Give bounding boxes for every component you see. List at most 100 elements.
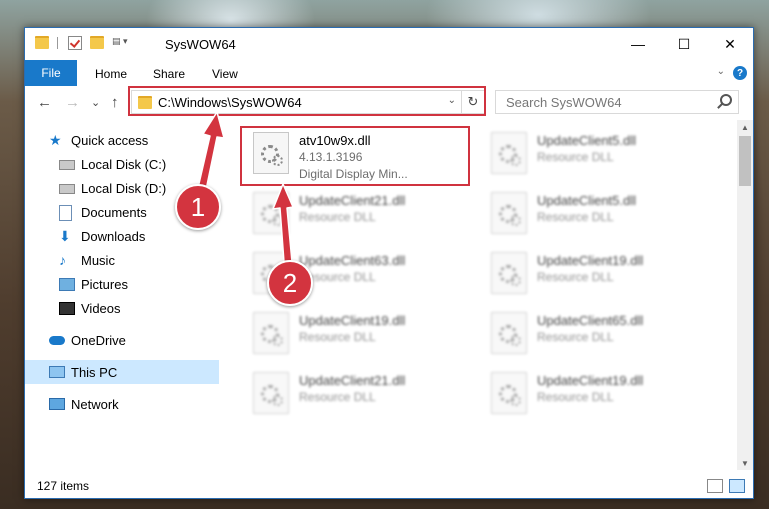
music-icon: ♪ (59, 252, 66, 268)
navigation-bar: ← → ⌄ ↑ C:\Windows\SysWOW64 ⌄ ↻ Search S… (25, 86, 753, 120)
properties-icon[interactable] (68, 36, 84, 50)
sidebar-item-this-pc[interactable]: This PC (25, 360, 219, 384)
file-item[interactable]: UpdateClient5.dll Resource DLL (483, 128, 705, 176)
file-type: Resource DLL (299, 210, 376, 224)
file-type: Resource DLL (537, 330, 614, 344)
drive-icon (59, 181, 75, 195)
file-item[interactable]: UpdateClient65.dll Resource DLL (483, 308, 705, 356)
sidebar-item-label: Quick access (71, 132, 149, 148)
address-bar[interactable]: C:\Windows\SysWOW64 ⌄ ↻ (131, 90, 485, 114)
dll-file-icon (253, 372, 289, 414)
sidebar-item-label: This PC (71, 364, 118, 380)
file-type: Resource DLL (537, 210, 614, 224)
tab-home[interactable]: Home (95, 67, 127, 81)
dll-file-icon (491, 132, 527, 174)
file-name: UpdateClient21.dll (299, 373, 406, 388)
separator-icon (57, 37, 62, 49)
file-description: Digital Display Min... (299, 167, 408, 181)
file-name: UpdateClient21.dll (299, 193, 406, 208)
tab-view[interactable]: View (212, 67, 238, 81)
search-input[interactable]: Search SysWOW64 (495, 90, 739, 114)
sidebar-item-label: Network (71, 396, 119, 412)
dll-file-icon (253, 132, 289, 174)
refresh-button[interactable]: ↻ (461, 91, 484, 113)
status-bar: 127 items (25, 474, 753, 498)
folder-icon (132, 95, 158, 109)
sidebar-item-label: Downloads (81, 228, 146, 244)
sidebar-item-label: Videos (81, 300, 121, 316)
sidebar-item-label: Local Disk (C:) (81, 156, 167, 172)
large-icons-view-icon[interactable] (729, 479, 745, 493)
scroll-up-icon[interactable]: ▲ (737, 120, 753, 134)
title-bar: ▤ ▾ SysWOW64 — ☐ ✕ (25, 28, 753, 60)
scroll-thumb[interactable] (739, 136, 751, 186)
dll-file-icon (491, 372, 527, 414)
forward-button[interactable]: → (65, 94, 80, 111)
dll-file-icon (253, 312, 289, 354)
sidebar-item-label: Music (81, 252, 115, 268)
file-type: Resource DLL (299, 270, 376, 284)
tab-share[interactable]: Share (153, 67, 185, 81)
file-item[interactable]: UpdateClient19.dll Resource DLL (483, 368, 705, 416)
file-name: UpdateClient5.dll (537, 193, 637, 208)
back-button[interactable]: ← (37, 94, 52, 111)
file-name: UpdateClient5.dll (537, 133, 637, 148)
file-type: Resource DLL (299, 390, 376, 404)
documents-icon (59, 205, 75, 221)
file-item[interactable]: UpdateClient5.dll Resource DLL (483, 188, 705, 236)
dll-file-icon (491, 312, 527, 354)
file-type: Resource DLL (537, 390, 614, 404)
navigation-pane: ★ Quick access Local Disk (C:) 📌 Local D… (25, 120, 247, 470)
file-item[interactable]: UpdateClient21.dll Resource DLL (245, 188, 467, 236)
callout-badge-1: 1 (175, 184, 221, 230)
details-view-icon[interactable] (707, 479, 723, 493)
window-title: SysWOW64 (165, 37, 236, 52)
file-name: UpdateClient19.dll (537, 373, 644, 388)
search-icon[interactable] (720, 94, 732, 106)
address-dropdown-icon[interactable]: ⌄ (448, 95, 456, 106)
sidebar-item-label: Documents (81, 204, 147, 220)
sidebar-item-label: Pictures (81, 276, 128, 292)
new-folder-icon[interactable] (90, 36, 106, 50)
up-button[interactable]: ↑ (111, 94, 119, 111)
file-item[interactable]: UpdateClient21.dll Resource DLL (245, 368, 467, 416)
file-item-atv10w9x[interactable]: atv10w9x.dll 4.13.1.3196 Digital Display… (245, 128, 467, 181)
search-placeholder: Search SysWOW64 (506, 94, 622, 110)
sidebar-item-network[interactable]: Network (25, 392, 243, 416)
onedrive-icon (49, 333, 65, 347)
minimize-button[interactable]: — (615, 28, 661, 60)
this-pc-icon (49, 365, 65, 379)
star-icon: ★ (49, 132, 62, 148)
recent-locations-button[interactable]: ⌄ (91, 96, 100, 109)
dll-file-icon (491, 252, 527, 294)
sidebar-item-onedrive[interactable]: OneDrive (25, 328, 243, 352)
vertical-scrollbar[interactable]: ▲ ▼ (737, 120, 753, 470)
scroll-down-icon[interactable]: ▼ (737, 456, 753, 470)
address-path[interactable]: C:\Windows\SysWOW64 (158, 95, 302, 110)
file-explorer-window: ▤ ▾ SysWOW64 — ☐ ✕ File Home Share View … (24, 27, 754, 499)
maximize-button[interactable]: ☐ (661, 28, 707, 60)
file-name: UpdateClient63.dll (299, 253, 406, 268)
sidebar-item-label: Local Disk (D:) (81, 180, 167, 196)
item-count: 127 items (37, 479, 90, 493)
file-item[interactable]: UpdateClient19.dll Resource DLL (483, 248, 705, 296)
customize-toolbar-icon[interactable]: ▤ ▾ (112, 36, 134, 50)
folder-icon (35, 36, 51, 50)
pictures-icon (59, 277, 75, 291)
help-icon[interactable]: ? (733, 66, 747, 80)
network-icon (49, 397, 65, 411)
file-type: Resource DLL (537, 270, 614, 284)
drive-icon (59, 157, 75, 171)
callout-badge-2: 2 (267, 260, 313, 306)
file-item[interactable]: UpdateClient19.dll Resource DLL (245, 308, 467, 356)
dll-file-icon (491, 192, 527, 234)
file-name: atv10w9x.dll (299, 133, 371, 148)
expand-ribbon-icon[interactable]: ⌄ (717, 66, 725, 77)
sidebar-item-quick-access[interactable]: ★ Quick access (25, 128, 243, 152)
file-name: UpdateClient19.dll (537, 253, 644, 268)
tab-file[interactable]: File (25, 60, 77, 86)
close-button[interactable]: ✕ (707, 28, 753, 60)
videos-icon (59, 301, 75, 315)
dll-file-icon (253, 192, 289, 234)
downloads-icon: ⬇ (59, 228, 71, 244)
